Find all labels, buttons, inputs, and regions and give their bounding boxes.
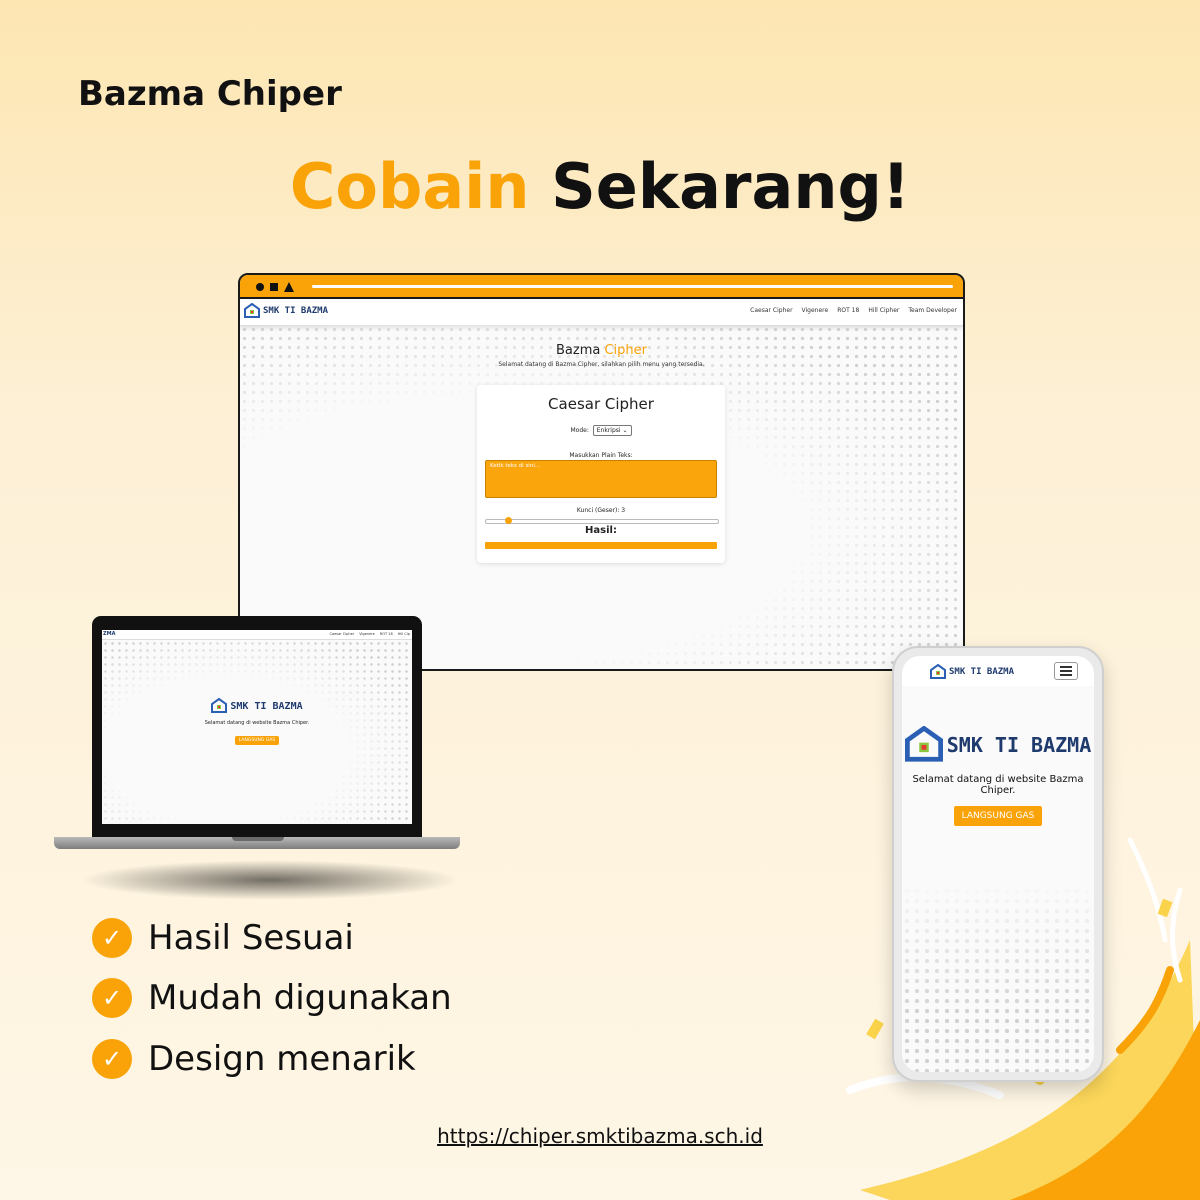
square-icon xyxy=(270,283,278,291)
phone-navbar: SMK TI BAZMA xyxy=(902,656,1094,686)
phone-welcome: Selamat datang di website Bazma Chiper. xyxy=(912,774,1084,796)
smk-logo-icon xyxy=(244,303,260,318)
feature-label: Design menarik xyxy=(148,1039,416,1079)
nav-link-caesar[interactable]: Caesar Cipher xyxy=(750,307,792,314)
slider-thumb[interactable] xyxy=(505,517,512,524)
site-logo-text: SMK TI BAZMA xyxy=(263,306,329,316)
phone-logo-text: SMK TI BAZMA xyxy=(946,733,1092,757)
check-icon: ✓ xyxy=(92,918,132,958)
window-titlebar xyxy=(240,275,963,299)
site-logo[interactable]: SMK TI BAZMA xyxy=(244,303,328,319)
mode-label: Mode: xyxy=(570,427,589,434)
nav-link-hill[interactable]: Hill Cipher xyxy=(868,307,899,314)
hamburger-menu-icon[interactable] xyxy=(1054,662,1078,680)
triangle-icon xyxy=(284,282,294,292)
app-title-accent: Cipher xyxy=(604,343,647,358)
laptop-nav-logo[interactable]: ZMA xyxy=(103,631,115,637)
laptop-hero: SMK TI BAZMA Selamat datang di website B… xyxy=(102,698,412,745)
check-icon: ✓ xyxy=(92,978,132,1018)
laptop-navbar: ZMA Caesar Cipher Vigenere ROT 18 Hill C… xyxy=(102,630,412,640)
mode-value: Enkripsi xyxy=(596,427,621,434)
headline-accent: Cobain xyxy=(289,150,530,223)
caesar-card: Caesar Cipher Mode: Enkripsi ⌄ Masukkan … xyxy=(477,385,725,563)
laptop-cta-button[interactable]: LANGSUNG GAS xyxy=(234,736,280,745)
phone-hero: SMK TI BAZMA Selamat datang di website B… xyxy=(902,726,1094,826)
laptop-screen: ZMA Caesar Cipher Vigenere ROT 18 Hill C… xyxy=(102,630,412,824)
smk-logo-icon xyxy=(904,726,943,762)
laptop-logo-text: SMK TI BAZMA xyxy=(230,700,303,712)
headline: Cobain Sekarang! xyxy=(0,150,1200,223)
nav-link-rot18[interactable]: ROT 18 xyxy=(837,307,859,314)
nav-link-team[interactable]: Team Developer xyxy=(908,307,957,314)
mode-select[interactable]: Enkripsi ⌄ xyxy=(592,425,632,436)
result-output[interactable] xyxy=(485,542,717,549)
laptop-nav-link[interactable]: Vigenere xyxy=(359,632,375,636)
feature-item: ✓ Design menarik xyxy=(92,1039,416,1079)
brand-title: Bazma Chiper xyxy=(78,74,342,114)
card-title: Caesar Cipher xyxy=(548,395,654,413)
laptop-nav-link[interactable]: Caesar Cipher xyxy=(330,632,355,636)
laptop-notch xyxy=(232,837,284,841)
address-bar[interactable] xyxy=(312,285,953,288)
laptop-nav-link[interactable]: ROT 18 xyxy=(380,632,393,636)
phone-nav-logo-text: SMK TI BAZMA xyxy=(949,667,1015,677)
plain-text-input[interactable]: Ketik teks di sini... xyxy=(485,460,717,498)
smk-logo-icon xyxy=(211,698,228,713)
site-navbar: SMK TI BAZMA Caesar Cipher Vigenere ROT … xyxy=(240,299,963,326)
laptop-logo: SMK TI BAZMA xyxy=(211,698,303,714)
circle-icon xyxy=(256,283,264,291)
website-url-link[interactable]: https://chiper.smktibazma.sch.id xyxy=(0,1124,1200,1148)
app-title-first: Bazma xyxy=(555,343,605,358)
desktop-mockup: SMK TI BAZMA Caesar Cipher Vigenere ROT … xyxy=(238,273,965,671)
phone-cta-button[interactable]: LANGSUNG GAS xyxy=(953,806,1043,826)
app-title: Bazma Cipher xyxy=(240,343,963,358)
nav-link-vigenere[interactable]: Vigenere xyxy=(802,307,829,314)
mode-row: Mode: Enkripsi ⌄ xyxy=(477,425,725,436)
result-label: Hasil: xyxy=(585,525,617,536)
key-slider[interactable] xyxy=(485,517,719,524)
feature-item: ✓ Hasil Sesuai xyxy=(92,918,354,958)
laptop-mockup: ZMA Caesar Cipher Vigenere ROT 18 Hill C… xyxy=(92,616,422,838)
plain-text-label: Masukkan Plain Teks: xyxy=(569,452,633,459)
phone-screen: SMK TI BAZMA SMK TI BAZMA Selamat datang… xyxy=(902,656,1094,1072)
key-label: Kunci (Geser): 3 xyxy=(576,507,626,514)
feature-label: Mudah digunakan xyxy=(148,978,452,1018)
app-subtitle: Selamat datang di Bazma Cipher, silahkan… xyxy=(498,361,705,368)
headline-rest: Sekarang! xyxy=(529,150,911,223)
laptop-shadow xyxy=(80,860,460,900)
feature-label: Hasil Sesuai xyxy=(148,918,354,958)
laptop-nav-link[interactable]: Hill Cip xyxy=(398,632,410,636)
check-icon: ✓ xyxy=(92,1039,132,1079)
smk-logo-icon xyxy=(930,664,946,679)
feature-item: ✓ Mudah digunakan xyxy=(92,978,452,1018)
laptop-welcome: Selamat datang di website Bazma Chiper. xyxy=(204,720,310,726)
phone-logo: SMK TI BAZMA xyxy=(904,726,1092,764)
nav-links: Caesar Cipher Vigenere ROT 18 Hill Ciphe… xyxy=(750,307,957,314)
phone-mockup: SMK TI BAZMA SMK TI BAZMA Selamat datang… xyxy=(892,646,1104,1082)
phone-nav-logo[interactable]: SMK TI BAZMA xyxy=(930,664,1014,680)
laptop-nav-links: Caesar Cipher Vigenere ROT 18 Hill Cip xyxy=(330,632,411,636)
